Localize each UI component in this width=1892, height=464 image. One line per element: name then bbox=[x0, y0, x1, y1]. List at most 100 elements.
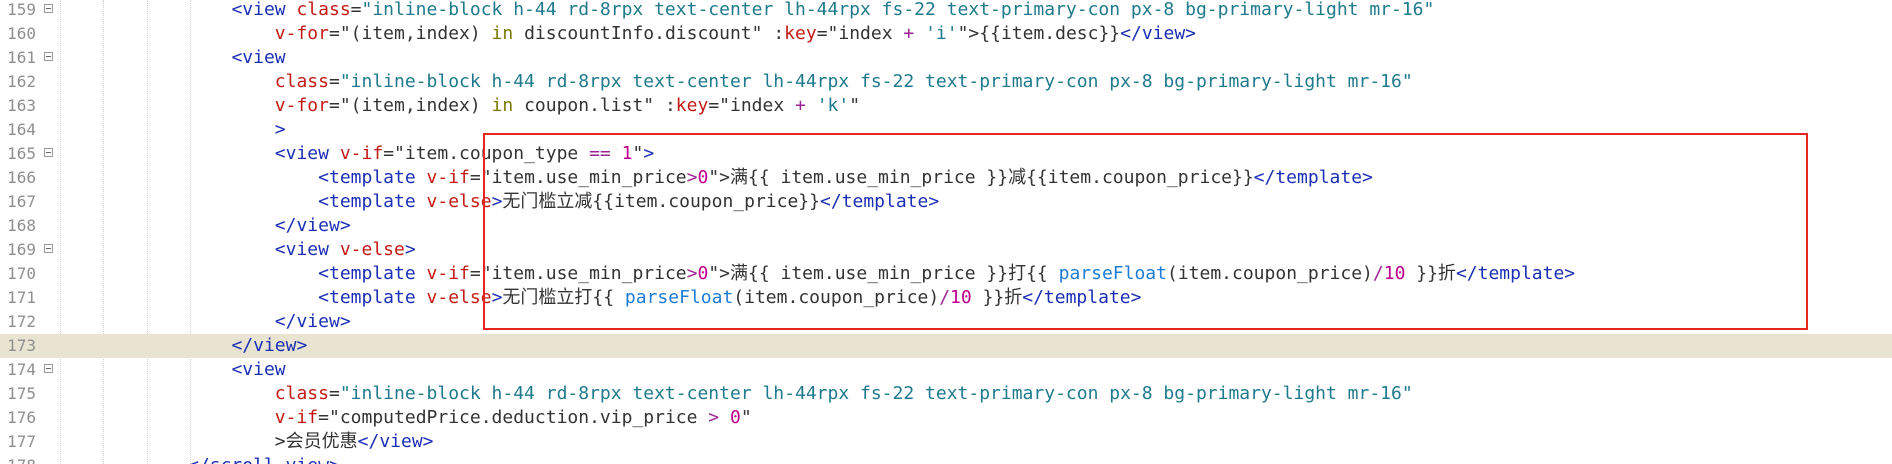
code-token: ="index bbox=[816, 23, 904, 44]
code-token: + bbox=[795, 95, 806, 116]
line-number: 176 bbox=[7, 408, 36, 427]
code-line[interactable]: 160 v-for="(item,index) in discountInfo.d… bbox=[0, 22, 1892, 46]
code-line[interactable]: 176 v-if="computedPrice.deduction.vip_pri… bbox=[0, 406, 1892, 430]
code-line[interactable]: 177 >会员优惠</view> bbox=[0, 430, 1892, 454]
fold-toggle-icon[interactable] bbox=[44, 364, 53, 373]
code-token: v-for bbox=[274, 23, 329, 44]
line-number: 166 bbox=[7, 168, 36, 187]
fold-toggle-icon[interactable] bbox=[44, 52, 53, 61]
code-token: 'k' bbox=[816, 95, 850, 116]
code-token: = bbox=[328, 383, 340, 404]
line-number: 168 bbox=[7, 216, 36, 235]
code-text: </view> bbox=[275, 310, 351, 334]
code-token: </view> bbox=[274, 311, 351, 332]
code-text: </scroll-view> bbox=[188, 454, 340, 464]
code-token: " bbox=[849, 95, 861, 116]
code-token: "inline-block h-44 rd-8rpx text-center l… bbox=[361, 0, 1435, 20]
code-token: ="(item,index) bbox=[328, 95, 492, 116]
line-number: 170 bbox=[7, 264, 36, 283]
code-line[interactable]: 161 <view bbox=[0, 46, 1892, 70]
fold-toggle-icon[interactable] bbox=[44, 244, 53, 253]
code-text: >会员优惠</view> bbox=[275, 430, 434, 454]
code-token: discountInfo.discount" : bbox=[513, 23, 785, 44]
code-text: </view> bbox=[231, 334, 307, 358]
line-number: 160 bbox=[7, 24, 36, 43]
code-token: </view> bbox=[357, 431, 434, 452]
line-number: 172 bbox=[7, 312, 36, 331]
code-token: in bbox=[491, 95, 514, 116]
line-number: 162 bbox=[7, 72, 36, 91]
line-number: 171 bbox=[7, 288, 36, 307]
code-token: class bbox=[296, 0, 351, 20]
code-token: </view> bbox=[231, 335, 308, 356]
highlight-annotation-box bbox=[483, 133, 1808, 330]
code-text: > bbox=[275, 118, 286, 142]
code-line[interactable]: 174 <view bbox=[0, 358, 1892, 382]
code-token: "inline-block h-44 rd-8rpx text-center l… bbox=[339, 383, 1413, 404]
code-token: <view bbox=[274, 143, 340, 164]
code-token: v-if bbox=[339, 143, 384, 164]
code-token: v-if bbox=[426, 263, 470, 284]
code-token: key bbox=[784, 23, 817, 44]
code-token: ="computedPrice.deduction.vip_price bbox=[318, 407, 709, 428]
code-line[interactable]: 173 </view> bbox=[0, 334, 1892, 358]
code-token: = bbox=[328, 71, 340, 92]
code-token: v-if bbox=[426, 167, 470, 188]
code-token: 'i' bbox=[925, 23, 958, 44]
code-text: class="inline-block h-44 rd-8rpx text-ce… bbox=[275, 382, 1413, 406]
line-number: 173 bbox=[7, 336, 36, 355]
code-token: v-else bbox=[339, 239, 405, 260]
code-line[interactable]: 162 class="inline-block h-44 rd-8rpx text… bbox=[0, 70, 1892, 94]
code-text: v-for="(item,index) in discountInfo.disc… bbox=[275, 22, 1196, 46]
code-token: v-for bbox=[274, 95, 329, 116]
code-text: <view bbox=[231, 46, 285, 70]
line-number: 163 bbox=[7, 96, 36, 115]
code-token: 0 bbox=[729, 407, 741, 428]
code-text: <view v-else> bbox=[275, 238, 416, 262]
code-token: ">{{item.desc}} bbox=[957, 23, 1121, 44]
line-number: 177 bbox=[7, 432, 36, 451]
code-text: <view bbox=[231, 358, 285, 382]
code-token: >会员优惠 bbox=[274, 431, 358, 452]
code-token: "inline-block h-44 rd-8rpx text-center l… bbox=[339, 71, 1413, 92]
code-token: ="(item,index) bbox=[328, 23, 492, 44]
code-token: v-if bbox=[274, 407, 319, 428]
code-line[interactable]: 178 </scroll-view> bbox=[0, 454, 1892, 464]
code-text: class="inline-block h-44 rd-8rpx text-ce… bbox=[275, 70, 1413, 94]
code-token: v-else bbox=[426, 191, 492, 212]
line-number: 174 bbox=[7, 360, 36, 379]
code-line[interactable]: 159 <view class="inline-block h-44 rd-8rp… bbox=[0, 0, 1892, 22]
code-token: v-else bbox=[426, 287, 492, 308]
code-editor[interactable]: 159 <view class="inline-block h-44 rd-8rp… bbox=[0, 0, 1892, 464]
line-number: 175 bbox=[7, 384, 36, 403]
code-text: <view class="inline-block h-44 rd-8rpx t… bbox=[231, 0, 1434, 22]
fold-toggle-icon[interactable] bbox=[44, 4, 53, 13]
code-token: <template bbox=[318, 263, 427, 284]
code-token: + bbox=[903, 23, 915, 44]
line-number: 164 bbox=[7, 120, 36, 139]
line-number: 165 bbox=[7, 144, 36, 163]
code-token: </view> bbox=[1120, 23, 1197, 44]
code-token: " bbox=[740, 407, 752, 428]
code-token: <template bbox=[318, 287, 427, 308]
line-number: 178 bbox=[0, 454, 36, 464]
line-number: 167 bbox=[7, 192, 36, 211]
fold-toggle-icon[interactable] bbox=[44, 148, 53, 157]
code-text: v-for="(item,index) in coupon.list" :key… bbox=[275, 94, 860, 118]
code-token: class bbox=[274, 71, 329, 92]
code-token: > bbox=[274, 119, 286, 140]
code-line[interactable]: 175 class="inline-block h-44 rd-8rpx text… bbox=[0, 382, 1892, 406]
line-number: 159 bbox=[7, 0, 36, 19]
code-token: > bbox=[404, 239, 416, 260]
code-text: </view> bbox=[275, 214, 351, 238]
code-token: key bbox=[675, 95, 709, 116]
code-token: <view bbox=[231, 0, 297, 20]
code-token: <view bbox=[274, 239, 340, 260]
code-token: = bbox=[350, 0, 362, 20]
line-number: 161 bbox=[7, 48, 36, 67]
code-line[interactable]: 163 v-for="(item,index) in coupon.list" :… bbox=[0, 94, 1892, 118]
code-token: class bbox=[274, 383, 329, 404]
